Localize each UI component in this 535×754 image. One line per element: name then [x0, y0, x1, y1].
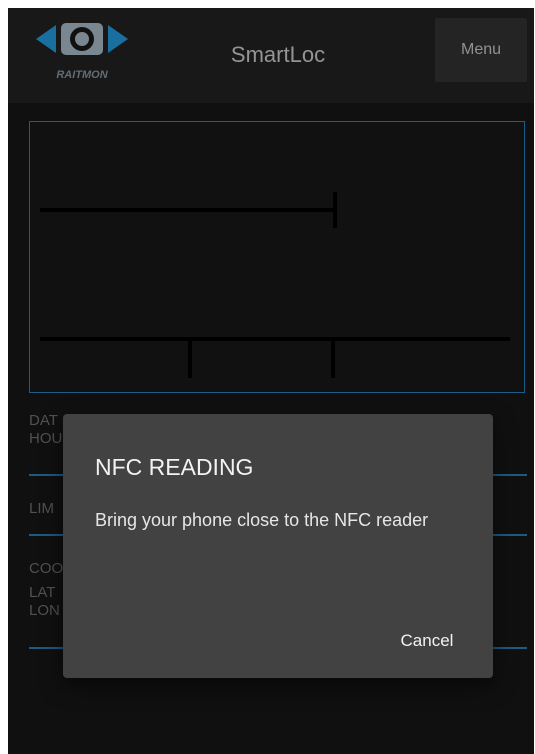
app-screen: RAITMON SmartLoc Menu DAT HOU LIM COO LA…	[8, 8, 534, 754]
cancel-button[interactable]: Cancel	[379, 626, 475, 656]
nfc-reading-dialog: NFC READING Bring your phone close to th…	[63, 414, 493, 678]
dialog-title: NFC READING	[95, 454, 254, 480]
dialog-message: Bring your phone close to the NFC reader	[95, 510, 429, 530]
